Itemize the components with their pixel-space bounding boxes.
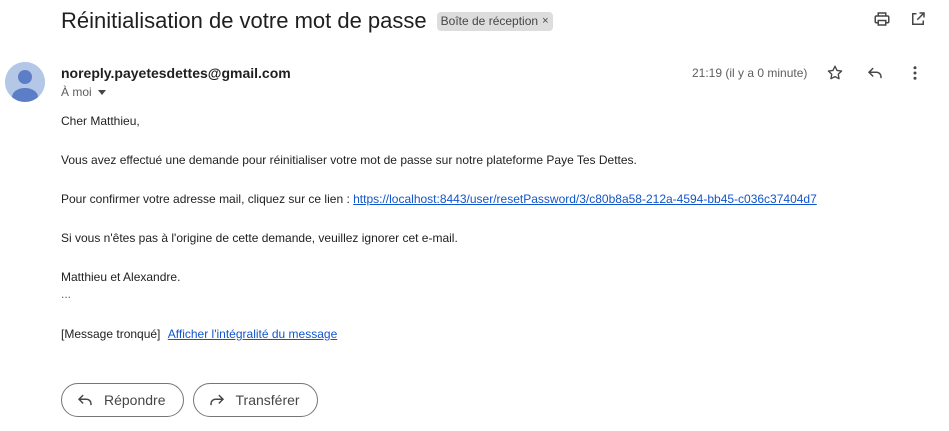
- greeting-text: Cher Matthieu,: [61, 114, 140, 128]
- message-body: Cher Matthieu, Vous avez effectué une de…: [61, 112, 817, 307]
- message-actions: [826, 64, 924, 82]
- reply-bar: Répondre Transférer: [61, 383, 318, 417]
- show-full-message-link[interactable]: Afficher l'intégralité du message: [168, 327, 338, 341]
- ignore-paragraph: Si vous n'êtes pas à l'origine de cette …: [61, 231, 458, 245]
- header-actions: [873, 10, 927, 28]
- email-subject: Réinitialisation de votre mot de passe: [61, 8, 427, 33]
- message-timestamp: 21:19 (il y a 0 minute): [692, 66, 808, 80]
- reply-button-label: Répondre: [104, 392, 166, 408]
- remove-label-icon[interactable]: ×: [542, 15, 548, 27]
- confirm-text: Pour confirmer votre adresse mail, cliqu…: [61, 192, 350, 206]
- sender-address[interactable]: noreply.payetesdettes@gmail.com: [61, 65, 291, 81]
- signature-text: Matthieu et Alexandre.: [61, 270, 181, 284]
- reply-button[interactable]: Répondre: [61, 383, 184, 417]
- recipient-details-toggle[interactable]: À moi: [61, 85, 106, 99]
- print-icon[interactable]: [873, 10, 891, 28]
- recipient-text: À moi: [61, 85, 92, 99]
- reset-password-link[interactable]: https://localhost:8443/user/resetPasswor…: [353, 192, 817, 206]
- subject-row: Réinitialisation de votre mot de passe B…: [61, 6, 949, 36]
- sender-avatar[interactable]: [5, 62, 45, 102]
- truncated-text: [Message tronqué]: [61, 327, 161, 341]
- truncated-notice: [Message tronqué] Afficher l'intégralité…: [61, 327, 337, 341]
- forward-button[interactable]: Transférer: [192, 383, 318, 417]
- inbox-label-text: Boîte de réception: [440, 14, 539, 28]
- default-avatar-icon: [5, 62, 45, 102]
- inbox-label-chip[interactable]: Boîte de réception ×: [436, 11, 553, 31]
- reply-icon[interactable]: [866, 64, 884, 82]
- chevron-down-icon: [97, 90, 106, 95]
- reply-icon: [78, 394, 92, 406]
- more-options-icon[interactable]: [906, 64, 924, 82]
- open-in-new-window-icon[interactable]: [909, 10, 927, 28]
- confirm-paragraph: Pour confirmer votre adresse mail, cliqu…: [61, 190, 817, 229]
- star-icon[interactable]: [826, 64, 844, 82]
- forward-button-label: Transférer: [235, 392, 300, 408]
- body-paragraph: Vous avez effectué une demande pour réin…: [61, 153, 637, 167]
- email-view: Réinitialisation de votre mot de passe B…: [0, 0, 949, 431]
- trimmed-content-ellipsis[interactable]: ...: [61, 287, 71, 301]
- forward-icon: [209, 394, 224, 406]
